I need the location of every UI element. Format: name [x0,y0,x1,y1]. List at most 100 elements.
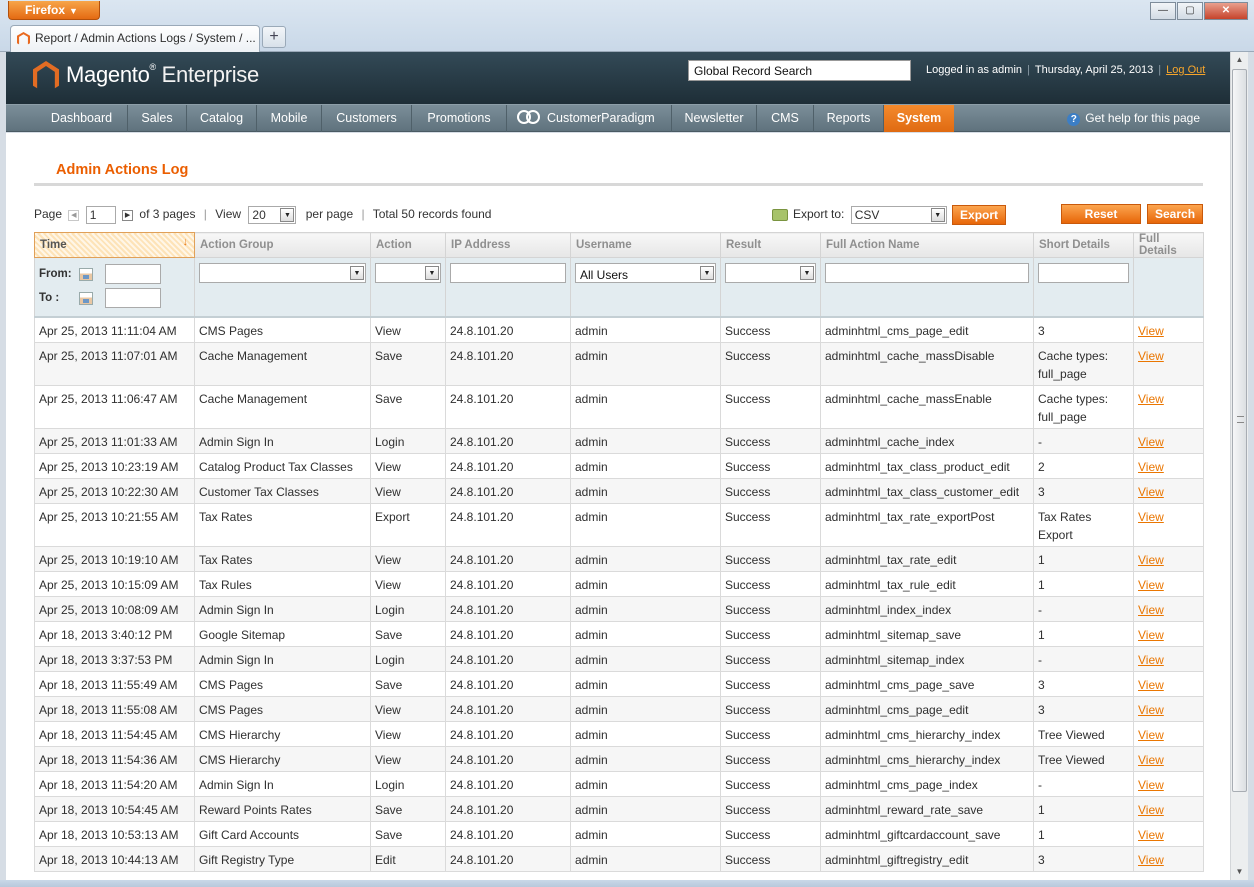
column-header-ip-address[interactable]: IP Address [445,232,571,258]
result-select[interactable]: ▼ [725,263,816,283]
cell-full-details[interactable]: View [1133,385,1204,429]
cell-full-details[interactable]: View [1133,721,1204,747]
scroll-down-icon[interactable]: ▼ [1231,864,1248,880]
cell-full-details[interactable]: View [1133,546,1204,572]
column-header-action-group[interactable]: Action Group [194,232,371,258]
next-page-icon[interactable]: ▶ [122,209,134,221]
nav-cms[interactable]: CMS [757,105,814,132]
page-number-input[interactable]: 1 [85,206,116,224]
short-details-input[interactable] [1038,263,1129,283]
cell-full-details[interactable]: View [1133,316,1204,343]
cell-full-details[interactable]: View [1133,771,1204,797]
close-window-button[interactable]: ✕ [1204,2,1248,20]
nav-reports[interactable]: Reports [814,105,884,132]
username-select[interactable]: All Users ▼ [575,263,716,283]
view-link[interactable]: View [1138,510,1164,524]
view-link[interactable]: View [1138,392,1164,406]
cell-full-details[interactable]: View [1133,596,1204,622]
cell-full-details[interactable]: View [1133,342,1204,386]
browser-tab[interactable]: Report / Admin Actions Logs / System / .… [10,25,260,52]
nav-sales[interactable]: Sales [128,105,187,132]
column-header-short-details[interactable]: Short Details [1033,232,1134,258]
search-button[interactable]: Search [1147,204,1203,224]
cell-full-details[interactable]: View [1133,478,1204,504]
view-link[interactable]: View [1138,728,1164,742]
cell-full-details[interactable]: View [1133,696,1204,722]
column-header-username[interactable]: Username [570,232,721,258]
column-header-result[interactable]: Result [720,232,821,258]
calendar-icon[interactable] [79,291,93,305]
date-to-input[interactable] [105,288,161,308]
nav-catalog[interactable]: Catalog [187,105,257,132]
cell-full-details[interactable]: View [1133,646,1204,672]
scroll-up-icon[interactable]: ▲ [1231,52,1248,68]
minimize-button[interactable]: — [1150,2,1176,20]
column-header-time[interactable]: Time ↓ [34,232,195,258]
view-link[interactable]: View [1138,603,1164,617]
view-link[interactable]: View [1138,778,1164,792]
cell-full-details[interactable]: View [1133,796,1204,822]
nav-promotions[interactable]: Promotions [412,105,507,132]
view-link[interactable]: View [1138,828,1164,842]
view-link[interactable]: View [1138,435,1164,449]
full-action-name-input[interactable] [825,263,1029,283]
nav-newsletter[interactable]: Newsletter [672,105,757,132]
view-link[interactable]: View [1138,803,1164,817]
new-tab-button[interactable]: + [262,26,286,48]
view-link[interactable]: View [1138,485,1164,499]
help-link[interactable]: ? Get help for this page [1067,105,1200,132]
column-header-full-action-name[interactable]: Full Action Name [820,232,1034,258]
filter-ip [445,257,571,318]
cell-full-details[interactable]: View [1133,503,1204,547]
per-page-select[interactable]: 20 ▼ [248,206,297,224]
view-link[interactable]: View [1138,324,1164,338]
calendar-icon[interactable] [79,267,93,281]
cell-full-details[interactable]: View [1133,453,1204,479]
cell-short-details: - [1033,771,1134,797]
cell-full-details[interactable]: View [1133,746,1204,772]
logo[interactable]: Magento® Enterprise [66,62,259,88]
logout-link[interactable]: Log Out [1166,64,1205,76]
grid-body: Apr 25, 2013 11:11:04 AM CMS Pages View 24.… [34,316,1204,872]
view-link[interactable]: View [1138,460,1164,474]
cell-time: Apr 25, 2013 10:21:55 AM [34,503,195,547]
nav-dashboard[interactable]: Dashboard [36,105,128,132]
export-format-select[interactable]: CSV ▼ [850,206,947,224]
view-link[interactable]: View [1138,753,1164,767]
filter-username: All Users ▼ [570,257,721,318]
cell-ip-address: 24.8.101.20 [445,571,571,597]
vertical-scrollbar[interactable]: ▲ ▼ [1230,52,1248,880]
view-link[interactable]: View [1138,678,1164,692]
column-header-action[interactable]: Action [370,232,446,258]
cell-full-details[interactable]: View [1133,821,1204,847]
firefox-menu-button[interactable]: Firefox ▼ [8,1,100,20]
prev-page-icon[interactable]: ◀ [68,209,80,221]
cell-full-details[interactable]: View [1133,621,1204,647]
view-link[interactable]: View [1138,653,1164,667]
date-from-input[interactable] [105,264,161,284]
scroll-thumb[interactable] [1232,69,1247,792]
view-link[interactable]: View [1138,703,1164,717]
action-select[interactable]: ▼ [375,263,441,283]
view-link[interactable]: View [1138,853,1164,867]
maximize-button[interactable]: ▢ [1177,2,1203,20]
cell-time: Apr 18, 2013 11:54:20 AM [34,771,195,797]
view-link[interactable]: View [1138,578,1164,592]
view-link[interactable]: View [1138,349,1164,363]
cell-full-details[interactable]: View [1133,428,1204,454]
cell-time: Apr 18, 2013 11:54:36 AM [34,746,195,772]
cell-full-details[interactable]: View [1133,671,1204,697]
cell-full-details[interactable]: View [1133,571,1204,597]
cell-full-details[interactable]: View [1133,846,1204,872]
view-link[interactable]: View [1138,553,1164,567]
global-record-search-input[interactable] [688,60,911,81]
reset-filter-button[interactable]: Reset Filter [1061,204,1141,239]
action-group-select[interactable]: ▼ [199,263,366,283]
ip-address-input[interactable] [450,263,566,283]
nav-customerparadigm[interactable]: CustomerParadigm [507,105,672,132]
export-button[interactable]: Export [952,205,1007,225]
nav-customers[interactable]: Customers [322,105,412,132]
nav-mobile[interactable]: Mobile [257,105,322,132]
nav-system[interactable]: System [884,105,954,132]
view-link[interactable]: View [1138,628,1164,642]
